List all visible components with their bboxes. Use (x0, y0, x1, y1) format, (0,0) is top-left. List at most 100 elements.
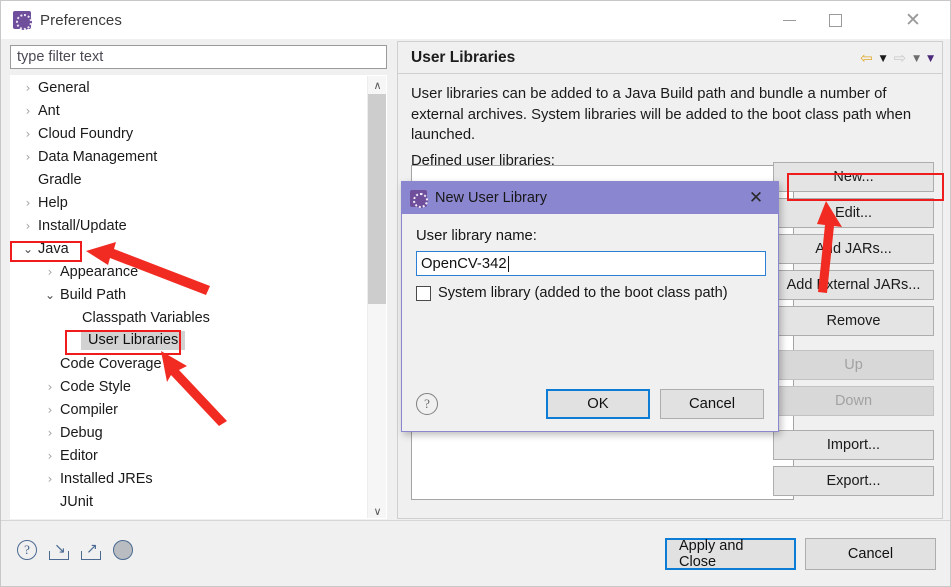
tree-scrollbar[interactable]: ∧ ∨ (367, 76, 386, 518)
system-library-checkbox-row[interactable]: System library (added to the boot class … (416, 285, 764, 301)
user-library-name-input[interactable]: OpenCV-342 (416, 251, 766, 276)
chevron-down-icon[interactable]: ⌄ (41, 289, 59, 301)
tree-item-compiler[interactable]: › Compiler (11, 398, 369, 421)
tree-item-code-style[interactable]: › Code Style (11, 375, 369, 398)
tree-item-ant[interactable]: › Ant (11, 99, 369, 122)
dialog-footer: ? ↘ ↗ Apply and Close Cancel (1, 520, 950, 586)
export-button[interactable]: Export... (773, 466, 934, 496)
tree-item-installed-jres[interactable]: › Installed JREs (11, 467, 369, 490)
scrollbar-thumb[interactable] (368, 94, 386, 304)
window-close-button[interactable]: ✕ (890, 1, 936, 39)
modal-help-icon[interactable]: ? (416, 393, 438, 415)
window-minimize-button[interactable] (766, 1, 812, 39)
apply-and-close-button[interactable]: Apply and Close (665, 538, 796, 570)
preferences-tree[interactable]: › General › Ant › Cloud Foundry › Data Manageme… (10, 75, 387, 519)
tree-item-appearance[interactable]: › Appearance (11, 260, 369, 283)
forward-arrow-icon: ⇨ (893, 49, 907, 67)
tree-item-label: Gradle (38, 171, 82, 188)
modal-close-button[interactable]: ✕ (744, 186, 768, 210)
preferences-dialog: Preferences ✕ type filter text › General ›… (0, 0, 951, 587)
down-button: Down (773, 386, 934, 416)
tree-item-label: General (38, 79, 90, 96)
back-dropdown-caret-icon[interactable]: ▼ (880, 54, 887, 64)
minimize-icon (782, 19, 796, 21)
tree-item-classpath-variables[interactable]: Classpath Variables (11, 306, 369, 329)
tree-item-cloud-foundry[interactable]: › Cloud Foundry (11, 122, 369, 145)
tree-item-label: Build Path (60, 286, 127, 303)
scrollbar-down-icon[interactable]: ∨ (368, 502, 386, 518)
tree-item-install-update[interactable]: › Install/Update (11, 214, 369, 237)
tree-item-debug[interactable]: › Debug (11, 421, 369, 444)
up-button: Up (773, 350, 934, 380)
tree-item-label: User Libraries (81, 331, 186, 350)
page-description: User libraries can be added to a Java Bu… (411, 86, 912, 143)
tree-item-label: Compiler (60, 401, 119, 418)
forward-dropdown-caret-icon[interactable]: ▼ (913, 54, 920, 64)
page-title: User Libraries (411, 48, 516, 66)
help-icon[interactable]: ? (17, 540, 39, 562)
text-caret (507, 255, 509, 272)
chevron-right-icon[interactable]: › (41, 427, 59, 439)
import-icon[interactable]: ↘ (49, 540, 71, 562)
modal-title: New User Library (435, 190, 547, 206)
tree-item-label: Code Coverage (60, 355, 162, 372)
footer-icon-group: ? ↘ ↗ (17, 540, 135, 562)
user-library-name-label: User library name: (416, 228, 537, 244)
window-title: Preferences (40, 11, 122, 29)
system-library-checkbox[interactable] (416, 285, 431, 301)
footer-buttons: Apply and Close Cancel (665, 538, 936, 570)
edit-button[interactable]: Edit... (773, 198, 934, 228)
restore-defaults-icon[interactable] (113, 540, 135, 562)
tree-item-label: Debug (60, 424, 103, 441)
chevron-right-icon[interactable]: › (41, 473, 59, 485)
chevron-right-icon[interactable]: › (41, 266, 59, 278)
remove-button[interactable]: Remove (773, 306, 934, 336)
add-jars-button[interactable]: Add JARs... (773, 234, 934, 264)
tree-item-label: Help (38, 194, 68, 211)
chevron-right-icon[interactable]: › (41, 450, 59, 462)
modal-cancel-button[interactable]: Cancel (660, 389, 764, 419)
tree-item-user-libraries[interactable]: User Libraries (11, 329, 369, 352)
chevron-right-icon[interactable]: › (19, 197, 37, 209)
new-button[interactable]: New... (773, 162, 934, 192)
window-maximize-button[interactable] (812, 1, 858, 39)
tree-item-label: JUnit (60, 493, 94, 510)
ok-button[interactable]: OK (546, 389, 650, 419)
add-external-jars-button[interactable]: Add External JARs... (773, 270, 934, 300)
tree-item-label: Ant (38, 102, 60, 119)
back-arrow-icon[interactable]: ⇦ (860, 51, 873, 66)
tree-item-code-coverage[interactable]: Code Coverage (11, 352, 369, 375)
chevron-down-icon[interactable]: ⌄ (19, 243, 37, 255)
chevron-right-icon[interactable]: › (19, 220, 37, 232)
eclipse-preferences-icon (13, 11, 32, 30)
tree-item-build-path[interactable]: ⌄ Build Path (11, 283, 369, 306)
modal-titlebar: New User Library ✕ (402, 182, 778, 214)
tree-item-data-management[interactable]: › Data Management (11, 145, 369, 168)
tree-item-label: Java (38, 240, 69, 257)
chevron-right-icon[interactable]: › (41, 381, 59, 393)
modal-body: User library name: OpenCV-342 System lib… (402, 214, 778, 431)
tree-item-java[interactable]: ⌄ Java (11, 237, 369, 260)
chevron-right-icon[interactable]: › (41, 404, 59, 416)
tree-item-gradle[interactable]: Gradle (11, 168, 369, 191)
chevron-right-icon[interactable]: › (19, 128, 37, 140)
tree-item-label: Classpath Variables (82, 309, 210, 326)
tree-item-general[interactable]: › General (11, 76, 369, 99)
chevron-right-icon[interactable]: › (19, 82, 37, 94)
cancel-button[interactable]: Cancel (805, 538, 936, 570)
modal-buttons: OK Cancel (546, 389, 764, 419)
export-icon[interactable]: ↗ (81, 540, 103, 562)
scrollbar-up-icon[interactable]: ∧ (368, 76, 386, 94)
tree-item-label: Install/Update (38, 217, 127, 234)
tree-item-help[interactable]: › Help (11, 191, 369, 214)
help-icon-glyph: ? (17, 540, 37, 560)
chevron-right-icon[interactable]: › (19, 105, 37, 117)
tree-item-label: Editor (60, 447, 98, 464)
tree-item-junit[interactable]: JUnit (11, 490, 369, 513)
import-button[interactable]: Import... (773, 430, 934, 460)
tree-item-editor[interactable]: › Editor (11, 444, 369, 467)
chevron-right-icon[interactable]: › (19, 151, 37, 163)
maximize-icon (828, 13, 842, 27)
filter-input[interactable]: type filter text (10, 45, 387, 69)
page-menu-caret-icon[interactable]: ▼ (927, 54, 934, 64)
